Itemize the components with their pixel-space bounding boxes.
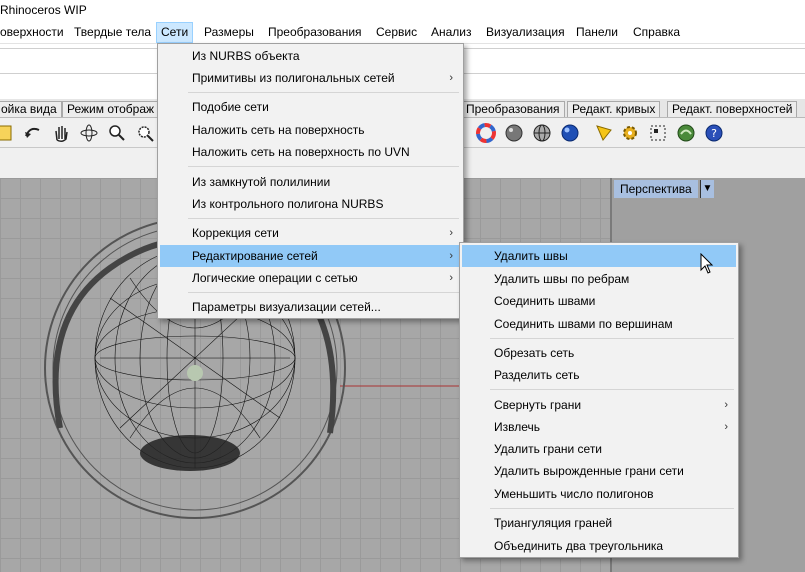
svg-text:?: ? [711,127,717,140]
menu-surfaces[interactable]: оверхности [0,22,68,43]
menu-item-from-polyline[interactable]: Из замкнутой полилинии [160,171,461,193]
menu-item-from-control-polygon[interactable]: Из контрольного полигона NURBS [160,193,461,215]
separator [188,92,459,93]
menu-item-collapse-faces[interactable]: Свернуть грани › [462,394,736,416]
chevron-right-icon: › [449,227,453,239]
menu-item-mesh-render-options[interactable]: Параметры визуализации сетей... [160,296,461,318]
window-title: Rhinoceros WIP [0,3,87,17]
python-icon[interactable] [675,122,697,144]
menu-item-extract[interactable]: Извлечь › [462,416,736,438]
menu-item-cull-degenerate-faces[interactable]: Удалить вырожденные грани сети [462,460,736,482]
menu-item-mesh-trim[interactable]: Обрезать сеть [462,342,736,364]
tab-set-view[interactable]: ойка вида [0,101,62,117]
rotate-arrow-icon[interactable] [22,122,44,144]
menu-analyze[interactable]: Анализ [427,22,476,43]
chevron-right-icon: › [724,399,728,411]
menu-solids[interactable]: Твердые тела [70,22,155,43]
menu-dimensions[interactable]: Размеры [200,22,258,43]
menu-item-mesh-edit[interactable]: Редактирование сетей › [160,245,461,267]
menu-panels[interactable]: Панели [572,22,622,43]
chevron-right-icon: › [449,272,453,284]
chevron-right-icon: › [724,421,728,433]
separator [490,338,734,339]
menu-item-unweld-edge[interactable]: Удалить швы по ребрам [462,268,736,290]
menu-transform[interactable]: Преобразования [264,22,366,43]
select-icon[interactable] [0,122,16,144]
chevron-down-icon[interactable]: ▼ [700,180,714,198]
menu-item-apply-mesh[interactable]: Наложить сеть на поверхность [160,119,461,141]
help-icon[interactable]: ? [703,122,725,144]
pan-hand-icon[interactable] [50,122,72,144]
zoom-icon[interactable] [106,122,128,144]
menu-render[interactable]: Визуализация [482,22,569,43]
menu-tools[interactable]: Сервис [372,22,421,43]
tab-transform[interactable]: Преобразования [461,101,565,117]
separator [188,292,459,293]
orbit-icon[interactable] [78,122,100,144]
menu-item-mesh-booleans[interactable]: Логические операции с сетью › [160,267,461,289]
tab-surface-tools[interactable]: Редакт. поверхностей [667,101,798,117]
menu-item-mesh-repair[interactable]: Коррекция сети › [160,222,461,244]
menu-item-triangulate-faces[interactable]: Триангуляция граней [462,512,736,534]
light-icon[interactable] [593,122,615,144]
wireframe-sphere-icon[interactable] [531,122,553,144]
chevron-right-icon: › [449,250,453,262]
tab-display-mode[interactable]: Режим отображ [62,101,160,117]
mouse-cursor-icon [700,253,714,274]
color-wheel-icon[interactable] [475,122,497,144]
menu-item-from-nurbs[interactable]: Из NURBS объекта [160,45,461,67]
grouping-icon[interactable] [647,122,669,144]
menu-item-mesh-offset[interactable]: Подобие сети [160,96,461,118]
viewport-title[interactable]: Перспектива [614,180,698,198]
menu-item-weld[interactable]: Соединить швами [462,290,736,312]
menu-bar: оверхности Твердые тела Сети Размеры Пре… [0,22,805,43]
zoom-window-icon[interactable] [134,122,156,144]
rendered-sphere-icon[interactable] [559,122,581,144]
menu-item-weld-vertices[interactable]: Соединить швами по вершинам [462,313,736,335]
settings-gear-icon[interactable] [619,122,641,144]
menu-item-apply-mesh-uvn[interactable]: Наложить сеть на поверхность по UVN [160,141,461,163]
shaded-sphere-icon[interactable] [503,122,525,144]
menu-item-delete-mesh-faces[interactable]: Удалить грани сети [462,438,736,460]
separator [188,166,459,167]
separator [188,218,459,219]
menu-mesh[interactable]: Сети [156,22,194,43]
menu-item-mesh-primitives[interactable]: Примитивы из полигональных сетей › [160,67,461,89]
tab-curve-tools[interactable]: Редакт. кривых [567,101,661,117]
title-bar: Rhinoceros WIP [0,0,805,22]
menu-item-mesh-split[interactable]: Разделить сеть [462,364,736,386]
chevron-right-icon: › [449,72,453,84]
separator [490,389,734,390]
menu-item-unweld[interactable]: Удалить швы [462,245,736,267]
menu-item-reduce-mesh[interactable]: Уменьшить число полигонов [462,483,736,505]
separator [490,508,734,509]
menu-item-merge-two-triangles[interactable]: Объединить два треугольника [462,535,736,557]
mesh-menu: Из NURBS объекта Примитивы из полигональ… [157,43,464,319]
mesh-edit-submenu: Удалить швы Удалить швы по ребрам Соедин… [459,242,739,558]
menu-help[interactable]: Справка [629,22,684,43]
